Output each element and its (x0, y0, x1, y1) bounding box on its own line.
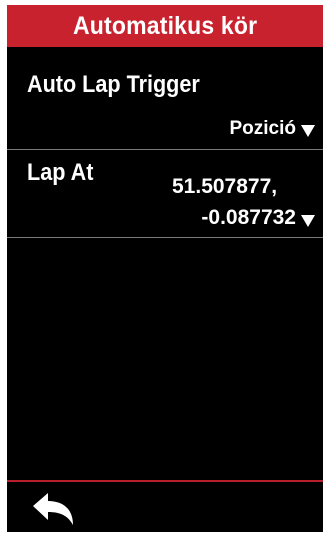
device-screen: Automatikus kör Auto Lap Trigger Pozició… (7, 5, 323, 532)
setting-value-lap-at-lon[interactable]: -0.087732 (201, 202, 315, 230)
dropdown-caret-icon (301, 215, 315, 227)
setting-label-auto-lap-trigger: Auto Lap Trigger (27, 71, 200, 98)
back-button[interactable] (31, 492, 77, 526)
row-divider (7, 237, 323, 238)
page-title: Automatikus kör (72, 11, 258, 40)
back-arrow-icon (33, 493, 73, 525)
longitude-value: -0.087732 (201, 206, 296, 229)
latitude-value: 51.507877, (172, 175, 278, 198)
value-text-pozicio: Pozició (229, 118, 296, 139)
row-divider (7, 149, 323, 150)
setting-label-lap-at: Lap At (27, 159, 94, 186)
setting-value-auto-lap-trigger[interactable]: Pozició (229, 114, 315, 140)
header-bar: Automatikus kör (7, 5, 323, 47)
setting-value-lap-at-lat: 51.507877, (172, 173, 277, 201)
dropdown-caret-icon (301, 125, 315, 137)
footer-divider (7, 480, 323, 482)
